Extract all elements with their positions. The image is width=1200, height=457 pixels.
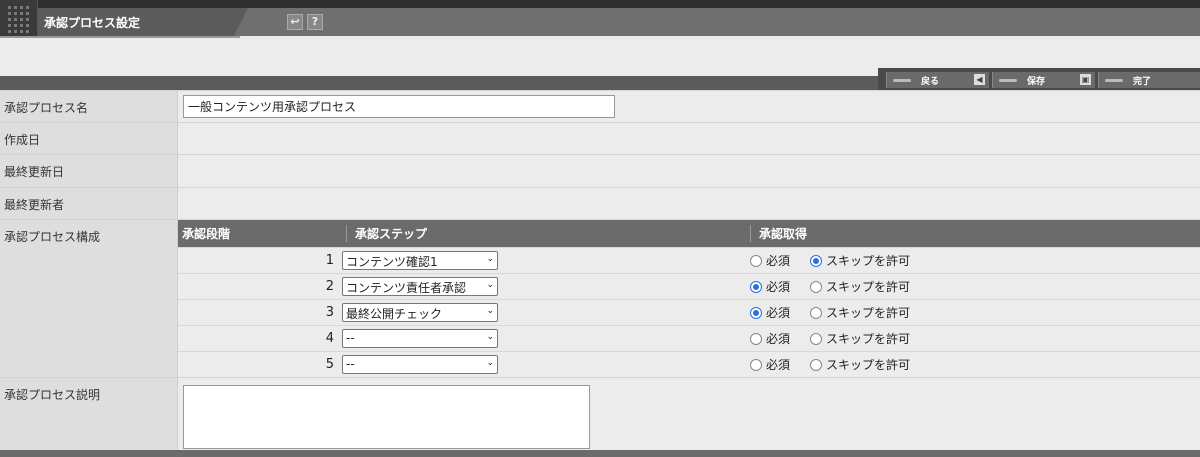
header-acquire: 承認取得: [750, 225, 1200, 242]
skip-label: スキップを許可: [826, 306, 911, 320]
floppy-disk-icon: ▣: [1080, 74, 1091, 85]
step-number: 3: [325, 305, 334, 320]
table-row: 4 -- ⌄ 必須 スキップを許可: [178, 325, 1200, 351]
row-description: 承認プロセス説明: [0, 377, 1200, 451]
created-value: [178, 123, 1200, 154]
skip-radio[interactable]: スキップを許可: [810, 278, 910, 295]
radio-icon: [750, 332, 762, 345]
title-underline: [0, 36, 240, 38]
save-button[interactable]: 保存 ▣: [992, 72, 1095, 88]
radio-icon: [750, 306, 762, 319]
top-strip: [0, 0, 1200, 8]
step-select-value: 最終公開チェック: [346, 307, 443, 321]
radio-icon: [810, 254, 823, 267]
table-row: 1 コンテンツ確認1 ⌄ 必須 スキップを許可: [178, 247, 1200, 273]
required-label: 必須: [766, 332, 791, 346]
row-created: 作成日: [0, 122, 1200, 154]
updated-by-label: 最終更新者: [0, 188, 178, 219]
row-updated-by: 最終更新者: [0, 187, 1200, 219]
app-grid-icon[interactable]: [0, 0, 38, 38]
window-title: 承認プロセス設定: [38, 8, 248, 36]
done-label: 完了: [1133, 76, 1152, 87]
process-name-input[interactable]: 一般コンテンツ用承認プロセス: [183, 95, 615, 118]
required-radio[interactable]: 必須: [750, 304, 790, 321]
description-textarea[interactable]: [183, 385, 590, 449]
step-number: 4: [325, 331, 334, 346]
radio-icon: [750, 358, 762, 371]
back-label: 戻る: [921, 76, 940, 87]
radio-icon: [810, 332, 823, 345]
created-label: 作成日: [0, 123, 178, 154]
step-select[interactable]: コンテンツ確認1 ⌄: [342, 251, 498, 270]
required-label: 必須: [766, 254, 791, 268]
radio-icon: [810, 280, 823, 293]
skip-radio[interactable]: スキップを許可: [810, 304, 910, 321]
table-row: 2 コンテンツ責任者承認 ⌄ 必須 スキップを許可: [178, 273, 1200, 299]
skip-radio[interactable]: スキップを許可: [810, 252, 910, 269]
step-select[interactable]: -- ⌄: [342, 355, 498, 374]
step-select[interactable]: 最終公開チェック ⌄: [342, 303, 498, 322]
return-icon[interactable]: ↩: [287, 14, 303, 30]
chevron-down-icon: ⌄: [486, 254, 494, 264]
required-radio[interactable]: 必須: [750, 278, 790, 295]
required-label: 必須: [766, 280, 791, 294]
step-select-value: --: [346, 331, 355, 345]
chevron-down-icon: ⌄: [486, 358, 494, 368]
structure-label: 承認プロセス構成: [0, 220, 178, 377]
radio-icon: [810, 306, 823, 319]
row-structure: 承認プロセス構成 承認段階 承認ステップ 承認取得 1 コンテンツ確認1 ⌄ 必須 スキ…: [0, 219, 1200, 377]
description-label: 承認プロセス説明: [0, 378, 178, 451]
skip-label: スキップを許可: [826, 358, 911, 372]
skip-radio[interactable]: スキップを許可: [810, 330, 910, 347]
back-button[interactable]: 戻る ◀: [886, 72, 989, 88]
table-row: 3 最終公開チェック ⌄ 必須 スキップを許可: [178, 299, 1200, 325]
chevron-down-icon: ⌄: [486, 332, 494, 342]
row-updated: 最終更新日: [0, 154, 1200, 187]
required-radio[interactable]: 必須: [750, 252, 790, 269]
required-label: 必須: [766, 306, 791, 320]
updated-label: 最終更新日: [0, 155, 178, 187]
step-select[interactable]: コンテンツ責任者承認 ⌄: [342, 277, 498, 296]
radio-icon: [750, 280, 762, 293]
chevron-down-icon: ⌄: [486, 280, 494, 290]
header-stage: 承認段階: [182, 227, 231, 241]
back-arrow-icon: ◀: [974, 74, 985, 85]
name-label: 承認プロセス名: [0, 91, 178, 122]
done-button[interactable]: 完了: [1098, 72, 1200, 88]
save-label: 保存: [1027, 76, 1046, 87]
radio-icon: [750, 254, 762, 267]
step-select-value: コンテンツ確認1: [346, 255, 438, 269]
chevron-down-icon: ⌄: [486, 306, 494, 316]
step-number: 1: [325, 253, 334, 268]
radio-icon: [810, 358, 823, 371]
step-select[interactable]: -- ⌄: [342, 329, 498, 348]
skip-label: スキップを許可: [826, 332, 911, 346]
required-radio[interactable]: 必須: [750, 330, 790, 347]
updated-by-value: [178, 188, 1200, 219]
updated-value: [178, 155, 1200, 187]
steps-table-header: 承認段階 承認ステップ 承認取得: [178, 220, 1200, 247]
help-icon[interactable]: ?: [307, 14, 323, 30]
skip-label: スキップを許可: [826, 254, 911, 268]
table-row: 5 -- ⌄ 必須 スキップを許可: [178, 351, 1200, 377]
required-radio[interactable]: 必須: [750, 356, 790, 373]
title-bar: 承認プロセス設定 ↩ ?: [38, 8, 1200, 36]
skip-radio[interactable]: スキップを許可: [810, 356, 910, 373]
step-number: 2: [325, 279, 334, 294]
step-select-value: コンテンツ責任者承認: [346, 281, 467, 295]
steps-table: 承認段階 承認ステップ 承認取得 1 コンテンツ確認1 ⌄ 必須 スキップを許可 2 コンテ…: [178, 220, 1200, 377]
process-form: 承認プロセス名 一般コンテンツ用承認プロセス 作成日 最終更新日 最終更新者 承…: [0, 90, 1200, 451]
skip-label: スキップを許可: [826, 280, 911, 294]
required-label: 必須: [766, 358, 791, 372]
step-select-value: --: [346, 357, 355, 371]
bottom-bar: [0, 450, 1200, 457]
header-step: 承認ステップ: [346, 225, 750, 242]
row-name: 承認プロセス名 一般コンテンツ用承認プロセス: [0, 90, 1200, 122]
step-number: 5: [325, 357, 334, 372]
